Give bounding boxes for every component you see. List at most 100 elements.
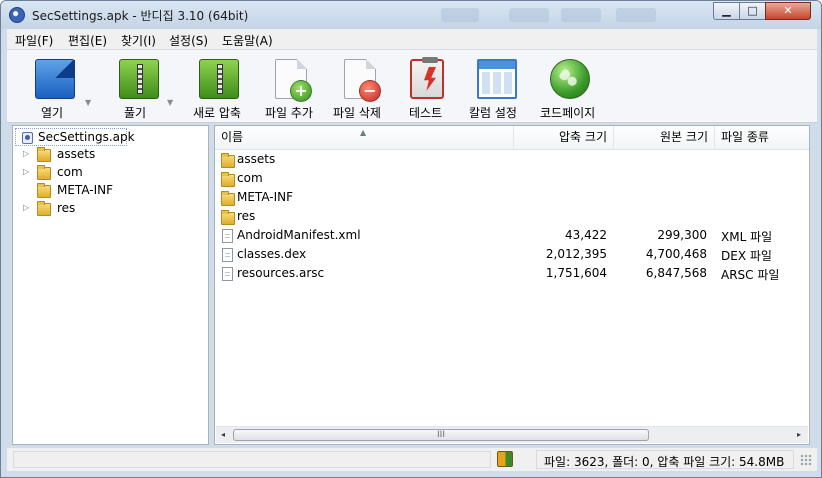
toolbar: 열기 ▼ 풀기 ▼ 새로 압축 + 파일 추가 − 파일 삭제 테스트 칼럼 설… [7, 50, 817, 123]
codepage-button[interactable]: 코드페이지 [537, 50, 601, 122]
tree-root-label: SecSettings.apk [38, 130, 135, 144]
folder-icon [221, 210, 235, 225]
scrollbar-thumb[interactable]: III [233, 429, 649, 441]
new-archive-button[interactable]: 새로 압축 [189, 50, 251, 122]
horizontal-scrollbar[interactable]: ◂ III ▸ [216, 426, 808, 443]
scroll-right-arrow-icon[interactable]: ▸ [797, 430, 801, 439]
expand-arrow-icon[interactable]: ▷ [23, 167, 29, 176]
tree-item-meta-inf[interactable]: META-INF [13, 182, 193, 200]
list-item-assets[interactable]: assets [215, 151, 809, 170]
add-file-icon: + [275, 59, 312, 102]
menu-file[interactable]: 파일(F) [15, 32, 53, 49]
file-name: resources.arsc [237, 266, 325, 280]
zipper-icon [217, 64, 223, 94]
list-item-resources-arsc[interactable]: resources.arsc 1,751,604 6,847,568 ARSC … [215, 265, 809, 284]
scrollbar-grip: III [437, 430, 445, 440]
extract-label: 풀기 [124, 106, 147, 120]
maximize-button[interactable]: □ [739, 2, 766, 20]
test-label: 테스트 [409, 106, 443, 120]
expand-arrow-icon[interactable]: ▷ [23, 203, 29, 212]
extract-dropdown-arrow[interactable]: ▼ [167, 98, 173, 107]
folder-icon [37, 201, 51, 216]
menu-find[interactable]: 찾기(I) [121, 32, 156, 49]
archive-status-icon[interactable] [497, 451, 513, 467]
list-item-androidmanifest[interactable]: AndroidManifest.xml 43,422 299,300 XML 파… [215, 227, 809, 246]
extract-icon [119, 59, 159, 99]
file-name: assets [237, 152, 276, 166]
list-item-meta-inf[interactable]: META-INF [215, 189, 809, 208]
file-list[interactable]: ▲ 이름 압축 크기 원본 크기 파일 종류 assets com META-I… [214, 125, 810, 445]
background-window-blur [509, 8, 549, 22]
column-settings-label: 칼럼 설정 [469, 106, 517, 120]
resize-grip-icon[interactable] [800, 454, 812, 466]
minimize-button[interactable]: ▁ [713, 2, 740, 20]
menu-edit[interactable]: 편집(E) [68, 32, 107, 49]
file-type: XML 파일 [721, 230, 773, 244]
close-button[interactable]: ✕ [765, 2, 811, 20]
folder-icon [37, 165, 51, 180]
delete-file-button[interactable]: − 파일 삭제 [329, 50, 391, 122]
bandizip-app-icon[interactable] [9, 7, 25, 23]
file-name: classes.dex [237, 247, 307, 261]
tree-item-label: res [57, 201, 76, 215]
minus-badge-icon: − [359, 80, 381, 102]
new-archive-icon [199, 59, 239, 99]
tree-item-label: assets [57, 147, 96, 161]
extract-button[interactable]: 풀기 [111, 50, 171, 122]
menu-help[interactable]: 도움말(A) [222, 32, 273, 49]
folder-icon [221, 191, 235, 206]
original-size: 4,700,468 [645, 247, 707, 261]
folder-icon [37, 147, 51, 162]
plus-badge-icon: + [290, 80, 312, 102]
column-header-original-size[interactable]: 원본 크기 [614, 126, 715, 149]
scrollbar-track[interactable] [653, 429, 793, 441]
column-header-file-type[interactable]: 파일 종류 [715, 126, 809, 149]
add-file-label: 파일 추가 [265, 106, 313, 120]
folder-icon [37, 183, 51, 198]
tree-root-item[interactable]: SecSettings.apk [15, 128, 135, 146]
column-header-bar [479, 61, 515, 69]
delete-file-icon: − [344, 59, 381, 102]
globe-icon [550, 59, 590, 99]
tree-item-assets[interactable]: ▷ assets [13, 146, 193, 164]
status-text: 파일: 3623, 폴더: 0, 압축 파일 크기: 54.8MB [544, 455, 785, 469]
menu-settings[interactable]: 설정(S) [169, 32, 208, 49]
test-button[interactable]: 테스트 [401, 50, 453, 122]
column-settings-button[interactable]: 칼럼 설정 [465, 50, 527, 122]
folder-icon [221, 172, 235, 187]
open-dropdown-arrow[interactable]: ▼ [85, 98, 91, 107]
add-file-button[interactable]: + 파일 추가 [260, 50, 322, 122]
window-title: SecSettings.apk - 반디집 3.10 (64bit) [32, 9, 249, 23]
column-name-label: 이름 [221, 130, 244, 144]
title-bar[interactable]: SecSettings.apk - 반디집 3.10 (64bit) ▁ □ ✕ [1, 1, 821, 29]
zipper-icon [137, 64, 143, 94]
open-button[interactable]: 열기 [29, 50, 89, 122]
column-header-packed-size[interactable]: 압축 크기 [514, 126, 614, 149]
list-item-com[interactable]: com [215, 170, 809, 189]
packed-size: 43,422 [565, 228, 607, 242]
scroll-left-arrow-icon[interactable]: ◂ [221, 430, 225, 439]
original-size: 6,847,568 [645, 266, 707, 280]
test-icon [410, 57, 444, 99]
background-window-blur [561, 8, 601, 22]
status-panel-info: 파일: 3623, 폴더: 0, 압축 파일 크기: 54.8MB [536, 450, 794, 469]
column-header-name[interactable]: ▲ 이름 [215, 126, 514, 149]
status-bar: 파일: 3623, 폴더: 0, 압축 파일 크기: 54.8MB [7, 447, 817, 471]
column-type-label: 파일 종류 [721, 130, 769, 144]
file-icon [222, 267, 233, 281]
tree-item-label: META-INF [57, 183, 114, 197]
folder-tree[interactable]: SecSettings.apk ▷ assets ▷ com META-INF … [12, 125, 209, 445]
file-name: AndroidManifest.xml [237, 228, 361, 242]
file-type: ARSC 파일 [721, 268, 780, 282]
new-archive-label: 새로 압축 [193, 106, 241, 120]
tree-item-com[interactable]: ▷ com [13, 164, 193, 182]
list-item-classes-dex[interactable]: classes.dex 2,012,395 4,700,468 DEX 파일 [215, 246, 809, 265]
packed-size: 1,751,604 [545, 266, 607, 280]
original-size: 299,300 [657, 228, 707, 242]
delete-file-label: 파일 삭제 [333, 106, 381, 120]
tree-item-res[interactable]: ▷ res [13, 200, 193, 218]
list-header: ▲ 이름 압축 크기 원본 크기 파일 종류 [215, 126, 809, 150]
list-item-res[interactable]: res [215, 208, 809, 227]
expand-arrow-icon[interactable]: ▷ [23, 149, 29, 158]
status-panel-left [13, 451, 491, 468]
